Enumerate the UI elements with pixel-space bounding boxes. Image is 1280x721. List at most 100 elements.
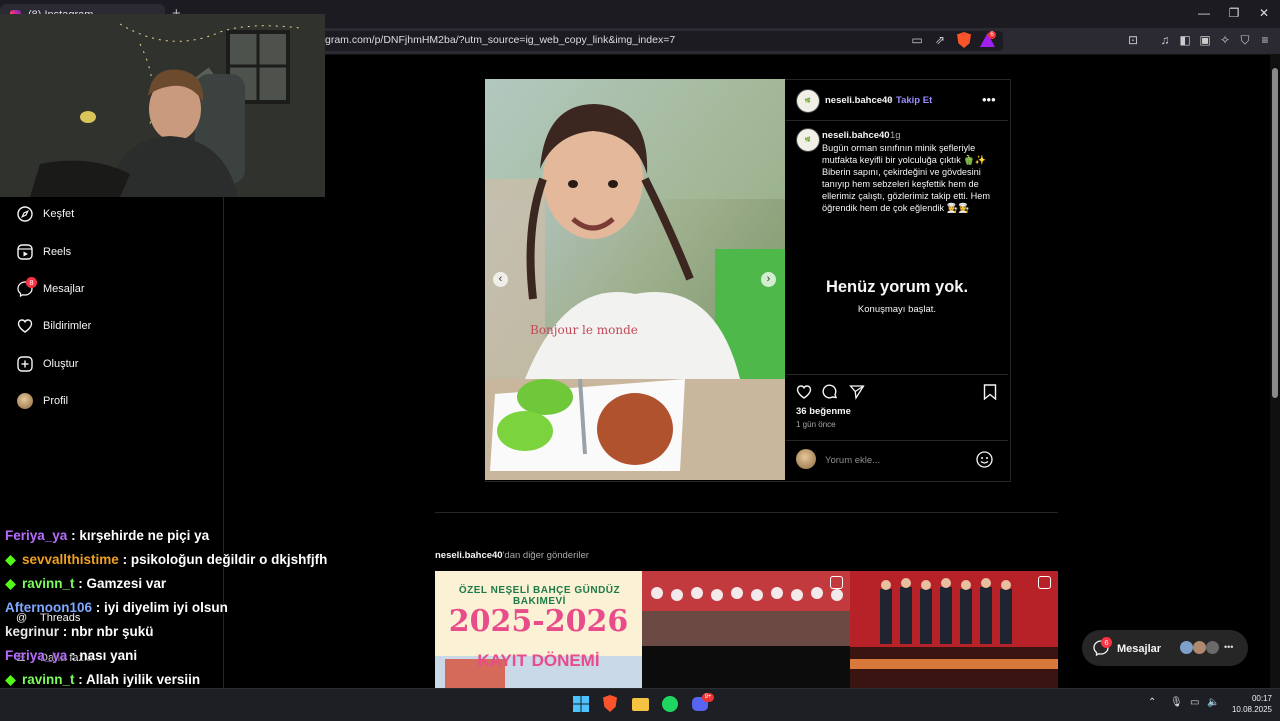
carousel-prev-button[interactable]: ‹ (493, 272, 508, 287)
volume-icon[interactable]: 🔈 (1207, 697, 1219, 708)
spotify-icon[interactable] (662, 696, 678, 712)
thumb-year: 2025-2026 (448, 604, 629, 639)
sidebar-item-profile[interactable]: Profil (16, 389, 68, 413)
author-username[interactable]: neseli.bahce40 (825, 95, 893, 106)
chat-username: sevvallthistime (22, 552, 119, 567)
network-icon[interactable]: ▭ (1190, 697, 1199, 708)
caption-time: 1g (890, 130, 901, 141)
chat-message: sevvallthistime : psikoloğun değildir o … (5, 552, 327, 567)
sidebar-item-label: Bildirimler (43, 320, 92, 332)
more-posts-username[interactable]: neseli.bahce40 (435, 550, 503, 561)
close-window-button[interactable]: ✕ (1254, 6, 1274, 20)
grid-post-thumbnail[interactable]: ÖZEL NEŞELİ BAHÇE GÜNDÜZ BAKIMEVİ 2025-2… (435, 571, 642, 688)
avatar (16, 393, 33, 410)
follow-button[interactable]: Takip Et (896, 95, 932, 106)
sidebar-item-create[interactable]: Oluştur (16, 352, 78, 376)
carousel-dot (658, 465, 662, 469)
chat-badge-icon (5, 554, 16, 566)
avatar (1180, 641, 1193, 654)
vpn-icon[interactable]: ⛉ (1238, 33, 1252, 47)
cast-icon[interactable]: ▭ (910, 33, 924, 47)
sidebar-item-label: Oluştur (43, 358, 79, 370)
webcam-feed (0, 14, 325, 197)
microphone-icon[interactable]: 🎙 (1170, 697, 1183, 708)
chat-badge-icon (5, 674, 16, 686)
reel-icon (830, 576, 843, 589)
post-photo[interactable]: Bonjour le monde (485, 79, 785, 480)
clock-date: 10.08.2025 (1231, 705, 1272, 714)
chat-text: : nası yani (71, 648, 138, 663)
screenshot-icon[interactable]: ⊡ (1126, 33, 1140, 47)
emoji-icon[interactable] (976, 451, 993, 473)
chat-username: kegrinur (5, 624, 60, 639)
more-options-icon[interactable]: ••• (982, 92, 996, 107)
chat-username: ravinn_t (22, 576, 75, 591)
carousel-dot (644, 465, 648, 469)
messages-dock-badge: 6 (1101, 637, 1112, 648)
sidebar-toggle-icon[interactable]: ◧ (1178, 33, 1192, 47)
comment-input[interactable]: Yorum ekle... (825, 455, 880, 466)
chat-message: Afternoon106 : iyi diyelim iyi olsun (5, 600, 228, 615)
carousel-dot (616, 465, 620, 469)
carousel-dot (623, 465, 627, 469)
discord-badge: 9+ (702, 693, 714, 702)
carousel-dot (630, 465, 634, 469)
share-send-icon[interactable] (849, 384, 865, 400)
menu-icon[interactable]: ≡ (1258, 33, 1272, 47)
like-heart-icon[interactable] (796, 384, 812, 400)
reel-icon (1038, 576, 1051, 589)
chat-text: : Gamzesi var (78, 576, 167, 591)
author-avatar[interactable]: 🌿 (796, 89, 820, 113)
comment-icon[interactable] (822, 384, 838, 400)
share-icon[interactable]: ⇗ (933, 33, 947, 47)
windows-start-icon[interactable] (573, 696, 589, 717)
carousel-dots (616, 465, 669, 469)
chat-message: kegrinur : nbr nbr şukü (5, 624, 154, 639)
chat-username: ravinn_t (22, 672, 75, 687)
scrollbar-thumb[interactable] (1272, 68, 1278, 398)
url-text[interactable]: gram.com/p/DNFjhmHM2ba/?utm_source=ig_we… (325, 34, 675, 46)
wallet-icon[interactable]: ▣ (1198, 33, 1212, 47)
heart-icon (16, 318, 33, 335)
chat-message: ravinn_t : Gamzesi var (5, 576, 166, 591)
sidebar-item-messages[interactable]: 8 Mesajlar (16, 276, 85, 301)
tray-chevron-icon[interactable]: ⌃ (1148, 697, 1156, 708)
grid-post-thumbnail[interactable] (642, 571, 850, 688)
compass-icon (16, 206, 33, 223)
like-count[interactable]: 36 beğenme (796, 406, 851, 417)
more-posts-suffix: 'dan diğer gönderiler (502, 550, 589, 561)
sidebar-item-label: Keşfet (43, 208, 75, 220)
divider (786, 374, 1008, 375)
messages-dock-label: Mesajlar (1117, 643, 1162, 655)
carousel-next-button[interactable]: › (761, 272, 776, 287)
chat-username: Feriya_ya (5, 528, 68, 543)
chat-message: ravinn_t : Allah iyilik versiin (5, 672, 200, 687)
thumb-subtitle: KAYIT DÖNEMİ (477, 651, 600, 670)
carousel-dot (665, 465, 669, 469)
sidebar-item-label: Profil (43, 395, 69, 407)
minimize-button[interactable]: — (1194, 6, 1214, 20)
bookmark-icon[interactable] (983, 384, 999, 401)
more-posts-heading: neseli.bahce40'dan diğer gönderiler (435, 550, 589, 561)
chat-text: : kırşehirde ne piçi ya (71, 528, 210, 543)
caption-username[interactable]: neseli.bahce40 (822, 130, 890, 141)
grid-post-thumbnail[interactable] (850, 571, 1058, 688)
sidebar-item-label: Reels (43, 246, 72, 258)
maximize-button[interactable]: ❐ (1224, 6, 1244, 20)
more-avatars-icon: ••• (1224, 642, 1234, 652)
media-icon[interactable]: ♫ (1158, 33, 1172, 47)
sidebar-item-notifications[interactable]: Bildirimler (16, 314, 91, 338)
chat-text: : psikoloğun değildir o dkjshfjfh (122, 552, 328, 567)
chat-username: Afternoon106 (5, 600, 93, 615)
sidebar-item-reels[interactable]: Reels (16, 240, 71, 264)
caption-avatar[interactable]: 🌿 (796, 128, 820, 152)
avatar (796, 449, 816, 469)
system-clock[interactable]: 00:17 10.08.2025 (1226, 693, 1272, 715)
file-explorer-icon[interactable] (632, 698, 649, 711)
messenger-icon: 8 (16, 276, 37, 298)
rewards-badge: 6 (988, 31, 996, 39)
sidebar-item-explore[interactable]: Keşfet (16, 202, 74, 226)
leo-ai-icon[interactable]: ✧ (1218, 33, 1232, 47)
divider (786, 440, 1008, 441)
sidebar-item-label: Mesajlar (43, 283, 85, 295)
